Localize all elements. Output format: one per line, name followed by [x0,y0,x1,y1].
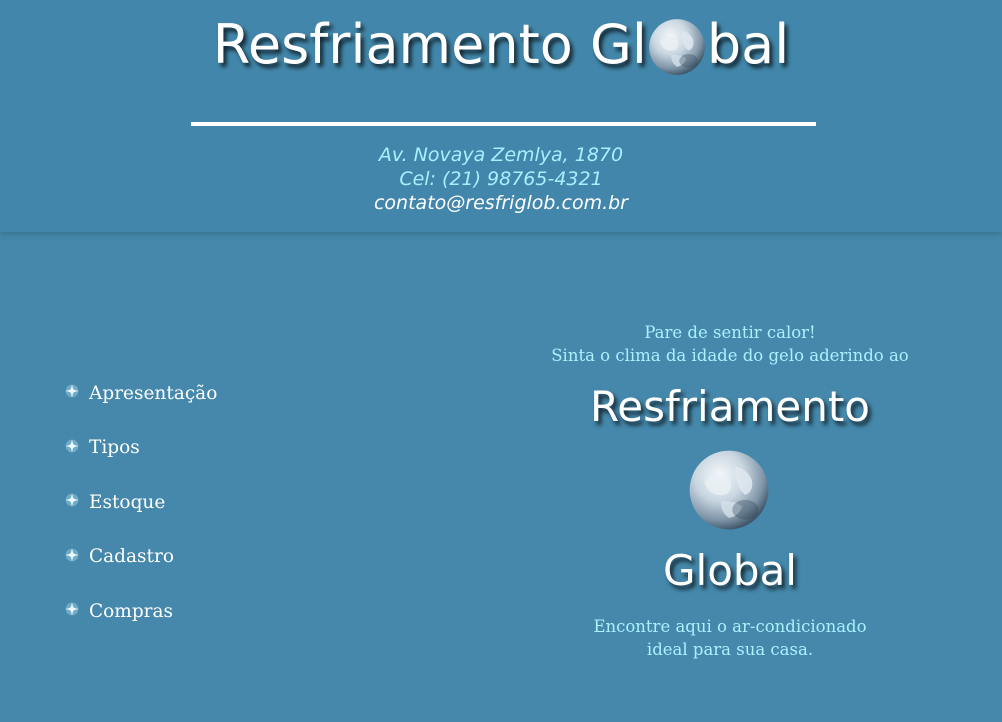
site-header: Resfriamento Gl bal Av. Novaya Zemlya, 1… [0,0,1002,232]
nav-item-apresentacao[interactable]: Apresentação [64,366,217,421]
contact-address: Av. Novaya Zemlya, 1870 [378,144,624,166]
snowflake-bullet-icon [65,439,79,453]
nav-label: Tipos [89,437,140,459]
contact-info: Av. Novaya Zemlya, 1870 Cel: (21) 98765-… [0,143,1002,215]
nav-item-compras[interactable]: Compras [64,584,217,639]
snowflake-bullet-icon [65,384,79,398]
snowflake-bullet-icon [65,493,79,507]
promo-subline: Sinta o clima da idade do gelo aderindo … [551,346,909,365]
snowflake-bullet-icon [65,548,79,562]
header-divider [191,122,816,126]
nav-label: Cadastro [89,546,174,568]
nav-label: Estoque [89,491,166,513]
promo-brand-word-1: Resfriamento [589,382,870,431]
contact-email-link[interactable]: contato@resfriglob.com.br [0,191,1002,215]
promo-brand-word-2: Global [663,546,797,595]
globe-icon [648,19,705,75]
nav-item-tipos[interactable]: Tipos [64,421,217,476]
nav-label: Apresentação [89,382,218,404]
main-nav: Apresentação Tipos Estoque Cadastro Comp… [64,366,217,639]
snowflake-bullet-icon [65,602,79,616]
promo-intro: Pare de sentir calor! Sinta o clima da i… [460,321,1000,367]
site-logo[interactable]: Resfriamento Gl bal [0,14,1002,76]
globe-icon [689,450,769,530]
promo-headline: Pare de sentir calor! [644,323,816,342]
promo-footer-line-2: ideal para sua casa. [646,640,814,659]
nav-item-cadastro[interactable]: Cadastro [64,530,217,585]
logo-text-start: Resfriamento Gl [212,13,647,76]
promo-footer-line-1: Encontre aqui o ar-condicionado [593,617,867,636]
nav-label: Compras [89,600,174,622]
logo-text-end: bal [706,13,790,76]
contact-phone: Cel: (21) 98765-4321 [399,168,603,190]
promo-footer: Encontre aqui o ar-condicionado ideal pa… [460,615,1000,661]
nav-item-estoque[interactable]: Estoque [64,475,217,530]
